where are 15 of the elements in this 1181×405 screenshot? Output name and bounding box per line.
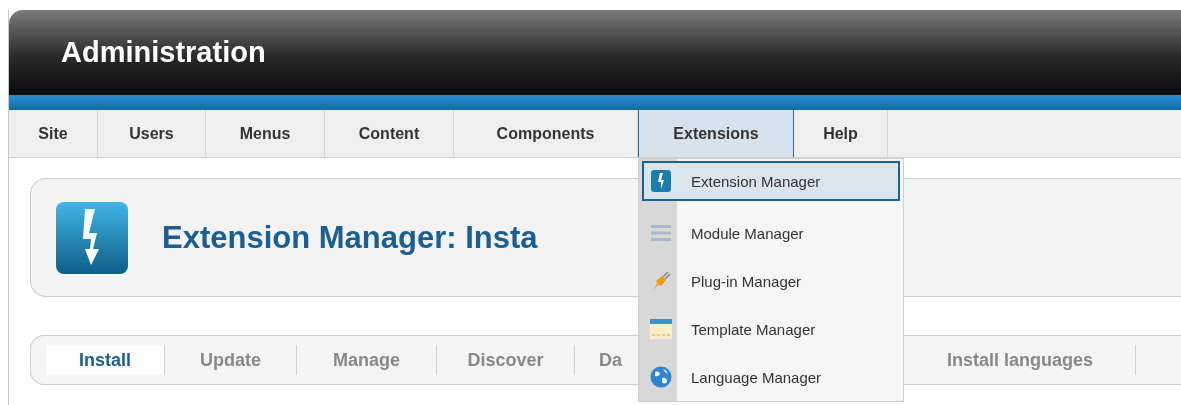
- lightning-icon: [55, 200, 129, 275]
- subtab[interactable]: Install: [46, 345, 165, 375]
- menu-item[interactable]: Extensions: [638, 110, 794, 157]
- plug-icon: [650, 270, 672, 292]
- window-icon: [650, 319, 672, 339]
- list-icon: [651, 224, 671, 242]
- dropdown-item[interactable]: Extension Manager: [642, 161, 900, 201]
- dropdown-item[interactable]: Module Manager: [642, 209, 900, 257]
- admin-title: Administration: [61, 36, 266, 69]
- dropdown-item[interactable]: Language Manager: [642, 353, 900, 401]
- globe-icon: [650, 366, 672, 388]
- lightning-icon: [651, 170, 671, 192]
- dropdown-item[interactable]: Plug-in Manager: [642, 257, 900, 305]
- page-title: Extension Manager: Insta: [162, 219, 538, 256]
- dropdown-item[interactable]: Template Manager: [642, 305, 900, 353]
